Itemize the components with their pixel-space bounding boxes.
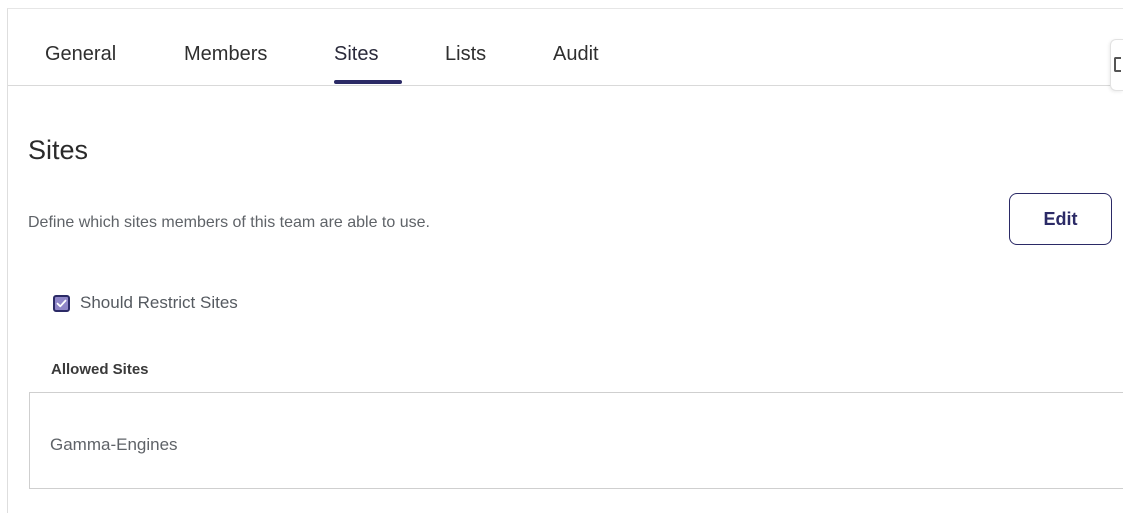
- team-settings-panel: General Members Sites Lists Audit Sites …: [7, 8, 1123, 513]
- section-description: Define which sites members of this team …: [28, 214, 430, 231]
- restrict-sites-checkbox[interactable]: [53, 294, 70, 312]
- side-panel-toggle[interactable]: [1110, 39, 1123, 91]
- edit-button[interactable]: Edit: [1009, 193, 1112, 245]
- panel-toggle-icon: [1114, 57, 1121, 72]
- tab-members[interactable]: Members: [184, 43, 267, 66]
- section-title: Sites: [28, 135, 89, 165]
- tab-general[interactable]: General: [45, 43, 116, 66]
- tab-audit[interactable]: Audit: [553, 43, 599, 66]
- tab-sites[interactable]: Sites: [334, 43, 378, 66]
- tab-bar: General Members Sites Lists Audit: [8, 9, 1123, 91]
- restrict-sites-option[interactable]: Should Restrict Sites: [53, 293, 238, 313]
- checkmark-icon: [56, 299, 67, 307]
- restrict-sites-label: Should Restrict Sites: [80, 293, 238, 312]
- allowed-sites-list[interactable]: Gamma-Engines: [29, 392, 1123, 489]
- tab-lists[interactable]: Lists: [445, 43, 486, 66]
- allowed-sites-label: Allowed Sites: [51, 361, 149, 378]
- list-item: Gamma-Engines: [50, 435, 178, 454]
- active-tab-indicator: [334, 80, 402, 84]
